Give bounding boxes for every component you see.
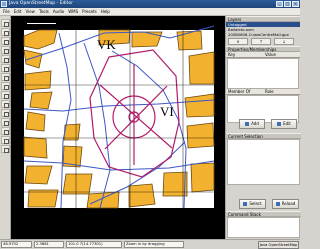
map-position-status: 101.0 7(14.77301) [66, 241, 122, 248]
minimize-button[interactable]: _ [276, 1, 283, 7]
map-label-vi: VI [160, 104, 174, 119]
value-column-header: Value [265, 52, 276, 57]
building [63, 123, 81, 141]
menu-file[interactable]: File [3, 9, 10, 14]
key-column-header: Key [228, 52, 236, 57]
map-view[interactable]: 100 m VK VI [11, 16, 225, 239]
left-toolbar [0, 16, 11, 239]
building [25, 111, 46, 132]
building [190, 162, 215, 193]
building [24, 70, 52, 91]
preferences-tool-icon[interactable] [1, 109, 10, 117]
longitude-status: 2.3681 [34, 241, 64, 248]
building [27, 189, 59, 208]
edit-button[interactable]: Edit [271, 119, 297, 129]
menu-view[interactable]: View [25, 9, 35, 14]
right-side-panel: Layers Untagged Ballaleta.osm 20080606-C… [225, 16, 301, 239]
scale-bar [26, 22, 57, 25]
scale-label: 100 m [26, 16, 40, 21]
menu-edit[interactable]: Edit [14, 9, 22, 14]
delete-tool-icon[interactable] [1, 73, 10, 81]
menu-tools[interactable]: Tools [39, 9, 49, 14]
move-down-icon[interactable]: ↓ [274, 38, 294, 45]
building [128, 183, 156, 208]
menu-presets[interactable]: Presets [82, 9, 97, 14]
building [24, 165, 53, 185]
building [62, 173, 93, 195]
move-tool-icon[interactable] [1, 64, 10, 72]
close-button[interactable]: × [292, 1, 299, 7]
draw-way-tool-icon[interactable] [1, 46, 10, 54]
building [131, 31, 163, 48]
menu-audio[interactable]: Audio [53, 9, 64, 14]
move-up-icon[interactable]: ↑ [251, 38, 271, 45]
building [188, 51, 215, 85]
add-button[interactable]: Add [239, 119, 265, 129]
menu-bar: File Edit View Tools Audio WMS Presets H… [0, 8, 300, 16]
building [162, 171, 188, 197]
maximize-button[interactable]: □ [284, 1, 291, 7]
window-title: Java OpenStreetMap - Editor [9, 1, 73, 6]
layer-actions: × ↑ ↓ [226, 37, 300, 46]
save-tool-icon[interactable] [1, 28, 10, 36]
building [29, 91, 53, 110]
building [184, 93, 215, 118]
building [176, 30, 203, 51]
app-icon [1, 1, 7, 7]
open-file-tool-icon[interactable] [1, 19, 10, 27]
zoom-hint-status: Zoom in by dragging [124, 241, 184, 248]
download-tool-icon[interactable] [1, 91, 10, 99]
layer-list-tool-icon[interactable] [1, 118, 10, 126]
building [186, 122, 215, 149]
selection-list-tool-icon[interactable] [1, 136, 10, 144]
current-selection-list[interactable] [227, 139, 300, 185]
status-bar: 48.9702 2.3681 101.0 7(14.77301) Zoom in… [0, 239, 300, 249]
member-column-header: Member Of [228, 89, 251, 94]
menu-wms[interactable]: WMS [68, 9, 78, 14]
map-label-vk: VK [97, 37, 116, 52]
layer-item-gpx[interactable]: 20080606-CulowCentreMall.gpx [226, 32, 300, 37]
select-button[interactable]: Select [239, 199, 266, 209]
command-stack-tool-icon[interactable] [1, 145, 10, 153]
delete-layer-icon[interactable]: × [228, 38, 248, 45]
zoom-tool-icon[interactable] [1, 82, 10, 90]
command-stack-list[interactable] [227, 217, 300, 238]
menu-help[interactable]: Help [101, 9, 110, 14]
role-column-header: Role [265, 89, 274, 94]
taskbar-button[interactable]: Java OpenStreetMap [258, 241, 299, 249]
upload-tool-icon[interactable] [1, 100, 10, 108]
building [86, 191, 120, 209]
draw-node-tool-icon[interactable] [1, 37, 10, 45]
properties-table[interactable] [227, 58, 299, 89]
map-canvas[interactable] [11, 16, 225, 239]
select-tool-icon[interactable] [1, 55, 10, 63]
history-tool-icon[interactable] [1, 127, 10, 135]
map-scale: 100 m [26, 17, 60, 26]
latitude-status: 48.9702 [1, 241, 32, 248]
building [23, 136, 48, 159]
window-title-bar: Java OpenStreetMap - Editor _ □ × [0, 0, 300, 8]
reload-button[interactable]: Reload [272, 199, 299, 209]
